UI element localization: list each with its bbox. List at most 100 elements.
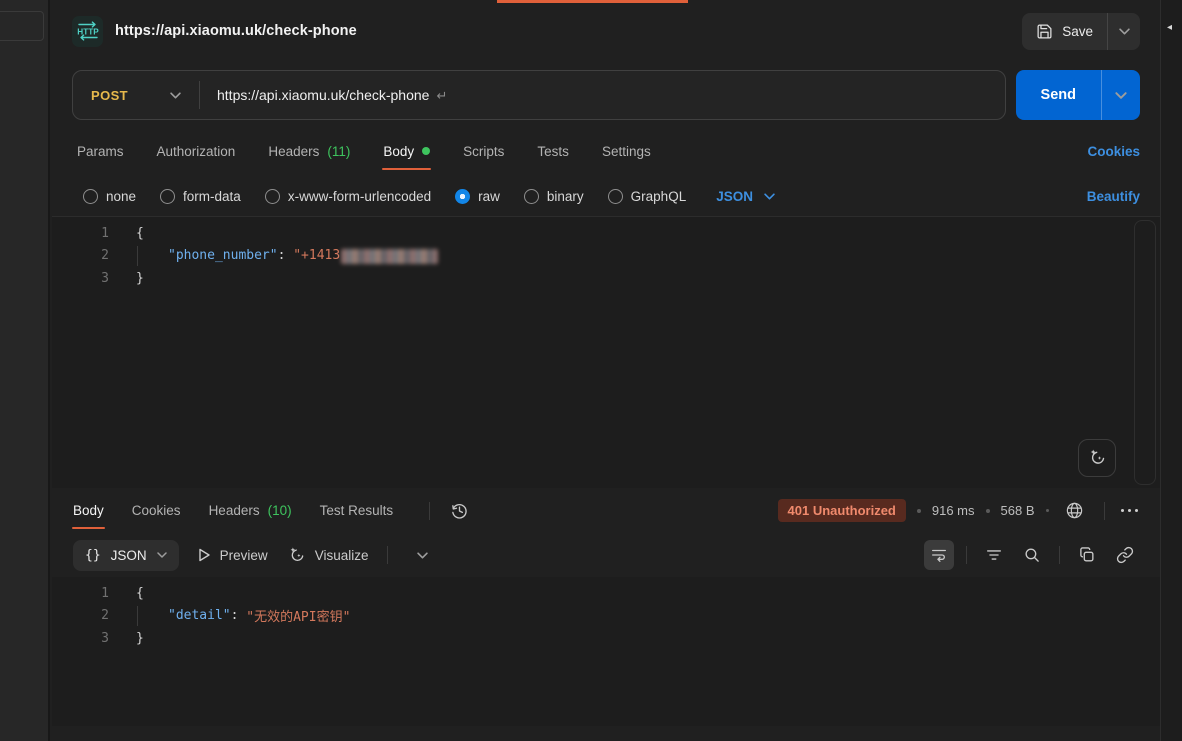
- chevron-down-icon: [170, 92, 181, 99]
- response-toolbar-right: [924, 540, 1140, 570]
- response-tab-headers[interactable]: Headers (10): [209, 488, 292, 533]
- url-text: https://api.xiaomu.uk/check-phone: [217, 87, 429, 103]
- copy-icon[interactable]: [1072, 540, 1102, 570]
- indent-guide: [137, 606, 168, 626]
- response-format-select[interactable]: {} JSON: [73, 540, 179, 571]
- preview-icon: [198, 548, 211, 562]
- method-label: POST: [91, 88, 128, 103]
- svg-text:HTTP: HTTP: [77, 27, 99, 36]
- editor-scrollbar[interactable]: [1134, 220, 1156, 485]
- line-number: 3: [52, 631, 109, 646]
- collapse-caret-icon[interactable]: ◂: [1167, 22, 1172, 33]
- response-body-editor[interactable]: 1 { 2 "detail": "无效的API密钥" 3 }: [52, 577, 1160, 726]
- tab-params[interactable]: Params: [77, 126, 124, 176]
- cookies-link[interactable]: Cookies: [1087, 144, 1140, 159]
- tab-tests[interactable]: Tests: [537, 126, 569, 176]
- separator-dot: [986, 509, 990, 513]
- radio-icon: [608, 189, 623, 204]
- tab-authorization[interactable]: Authorization: [157, 126, 236, 176]
- radio-form-data[interactable]: form-data: [160, 189, 241, 204]
- json-braces-icon: {}: [85, 548, 101, 563]
- line-number: 1: [52, 226, 109, 241]
- url-input[interactable]: https://api.xiaomu.uk/check-phone ↵: [200, 87, 464, 104]
- request-body-editor[interactable]: 1 { 2 "phone_number": "+1413 3 }: [52, 216, 1160, 488]
- app-window: ◂ HTTP https://api.xiaomu.uk/check-phone: [0, 0, 1182, 741]
- right-rail: ◂: [1160, 0, 1182, 741]
- body-format-select[interactable]: JSON: [716, 189, 775, 204]
- more-icon[interactable]: [1119, 505, 1141, 517]
- code-line: 3 }: [52, 267, 1160, 290]
- chevron-down-icon: [1119, 28, 1130, 35]
- beautify-link[interactable]: Beautify: [1087, 189, 1140, 204]
- code-line: 3 }: [52, 627, 1160, 650]
- save-button[interactable]: Save: [1022, 13, 1107, 50]
- radio-icon: [265, 189, 280, 204]
- postbot-icon: [1087, 448, 1107, 468]
- separator-dot: [1046, 509, 1049, 512]
- send-button[interactable]: Send: [1016, 70, 1101, 120]
- body-modified-dot: [422, 147, 430, 155]
- chevron-down-icon: [417, 552, 428, 559]
- line-number: 1: [52, 586, 109, 601]
- send-options-button[interactable]: [1101, 70, 1140, 120]
- save-button-group: Save: [1022, 13, 1140, 50]
- search-icon[interactable]: [1017, 540, 1047, 570]
- format-options-chevron[interactable]: [407, 540, 437, 570]
- method-select[interactable]: POST: [73, 88, 199, 103]
- divider: [1104, 502, 1105, 520]
- save-options-button[interactable]: [1107, 13, 1140, 50]
- tab-body[interactable]: Body: [383, 126, 430, 176]
- radio-graphql[interactable]: GraphQL: [608, 189, 687, 204]
- response-tab-cookies[interactable]: Cookies: [132, 488, 181, 533]
- radio-x-www-form-urlencoded[interactable]: x-www-form-urlencoded: [265, 189, 431, 204]
- indent-guide: [137, 246, 168, 266]
- radio-icon: [160, 189, 175, 204]
- save-icon: [1036, 23, 1053, 40]
- body-type-options: none form-data x-www-form-urlencoded raw…: [52, 176, 1160, 216]
- status-badge: 401 Unauthorized: [778, 499, 906, 522]
- globe-icon[interactable]: [1060, 496, 1090, 526]
- response-meta: 401 Unauthorized 916 ms 568 B: [778, 496, 1140, 526]
- postbot-button[interactable]: [1078, 439, 1116, 477]
- preview-button[interactable]: Preview: [198, 548, 268, 563]
- tab-headers[interactable]: Headers (11): [268, 126, 350, 176]
- active-tab-indicator: [497, 0, 688, 3]
- request-title: https://api.xiaomu.uk/check-phone: [115, 23, 357, 39]
- left-sidebar: [0, 0, 50, 741]
- separator-dot: [917, 509, 921, 513]
- response-tab-body[interactable]: Body: [73, 488, 104, 533]
- tab-settings[interactable]: Settings: [602, 126, 651, 176]
- radio-none[interactable]: none: [83, 189, 136, 204]
- divider: [966, 546, 967, 564]
- radio-binary[interactable]: binary: [524, 189, 584, 204]
- code-line: 1 {: [52, 222, 1160, 245]
- line-number: 2: [52, 608, 109, 623]
- save-button-label: Save: [1062, 24, 1093, 39]
- response-history-group: [415, 496, 474, 526]
- divider: [1059, 546, 1060, 564]
- response-panel: Body Cookies Headers (10) Test Results: [52, 488, 1160, 726]
- divider: [429, 502, 430, 520]
- request-url-bar: POST https://api.xiaomu.uk/check-phone↵ …: [52, 62, 1160, 126]
- response-toolbar: {} JSON Preview: [52, 533, 1160, 577]
- code-line: 1 {: [52, 582, 1160, 605]
- sidebar-collapsed-item[interactable]: [0, 11, 44, 41]
- return-icon: ↵: [436, 88, 447, 103]
- link-icon[interactable]: [1110, 540, 1140, 570]
- wrap-text-icon[interactable]: [924, 540, 954, 570]
- radio-raw[interactable]: raw: [455, 189, 500, 204]
- history-icon[interactable]: [444, 496, 474, 526]
- chevron-down-icon: [157, 552, 167, 558]
- chevron-down-icon: [764, 193, 775, 200]
- response-tabs-row: Body Cookies Headers (10) Test Results: [52, 488, 1160, 533]
- line-number: 2: [52, 248, 109, 263]
- request-tabs: Params Authorization Headers (11) Body S…: [52, 126, 1160, 176]
- filter-icon[interactable]: [979, 540, 1009, 570]
- tab-scripts[interactable]: Scripts: [463, 126, 504, 176]
- visualize-button[interactable]: Visualize: [287, 546, 369, 565]
- response-time: 916 ms: [932, 503, 975, 518]
- response-tab-test-results[interactable]: Test Results: [320, 488, 394, 533]
- headers-count-badge: (11): [327, 144, 350, 159]
- code-line: 2 "phone_number": "+1413: [52, 245, 1160, 268]
- send-button-group: Send: [1016, 70, 1140, 120]
